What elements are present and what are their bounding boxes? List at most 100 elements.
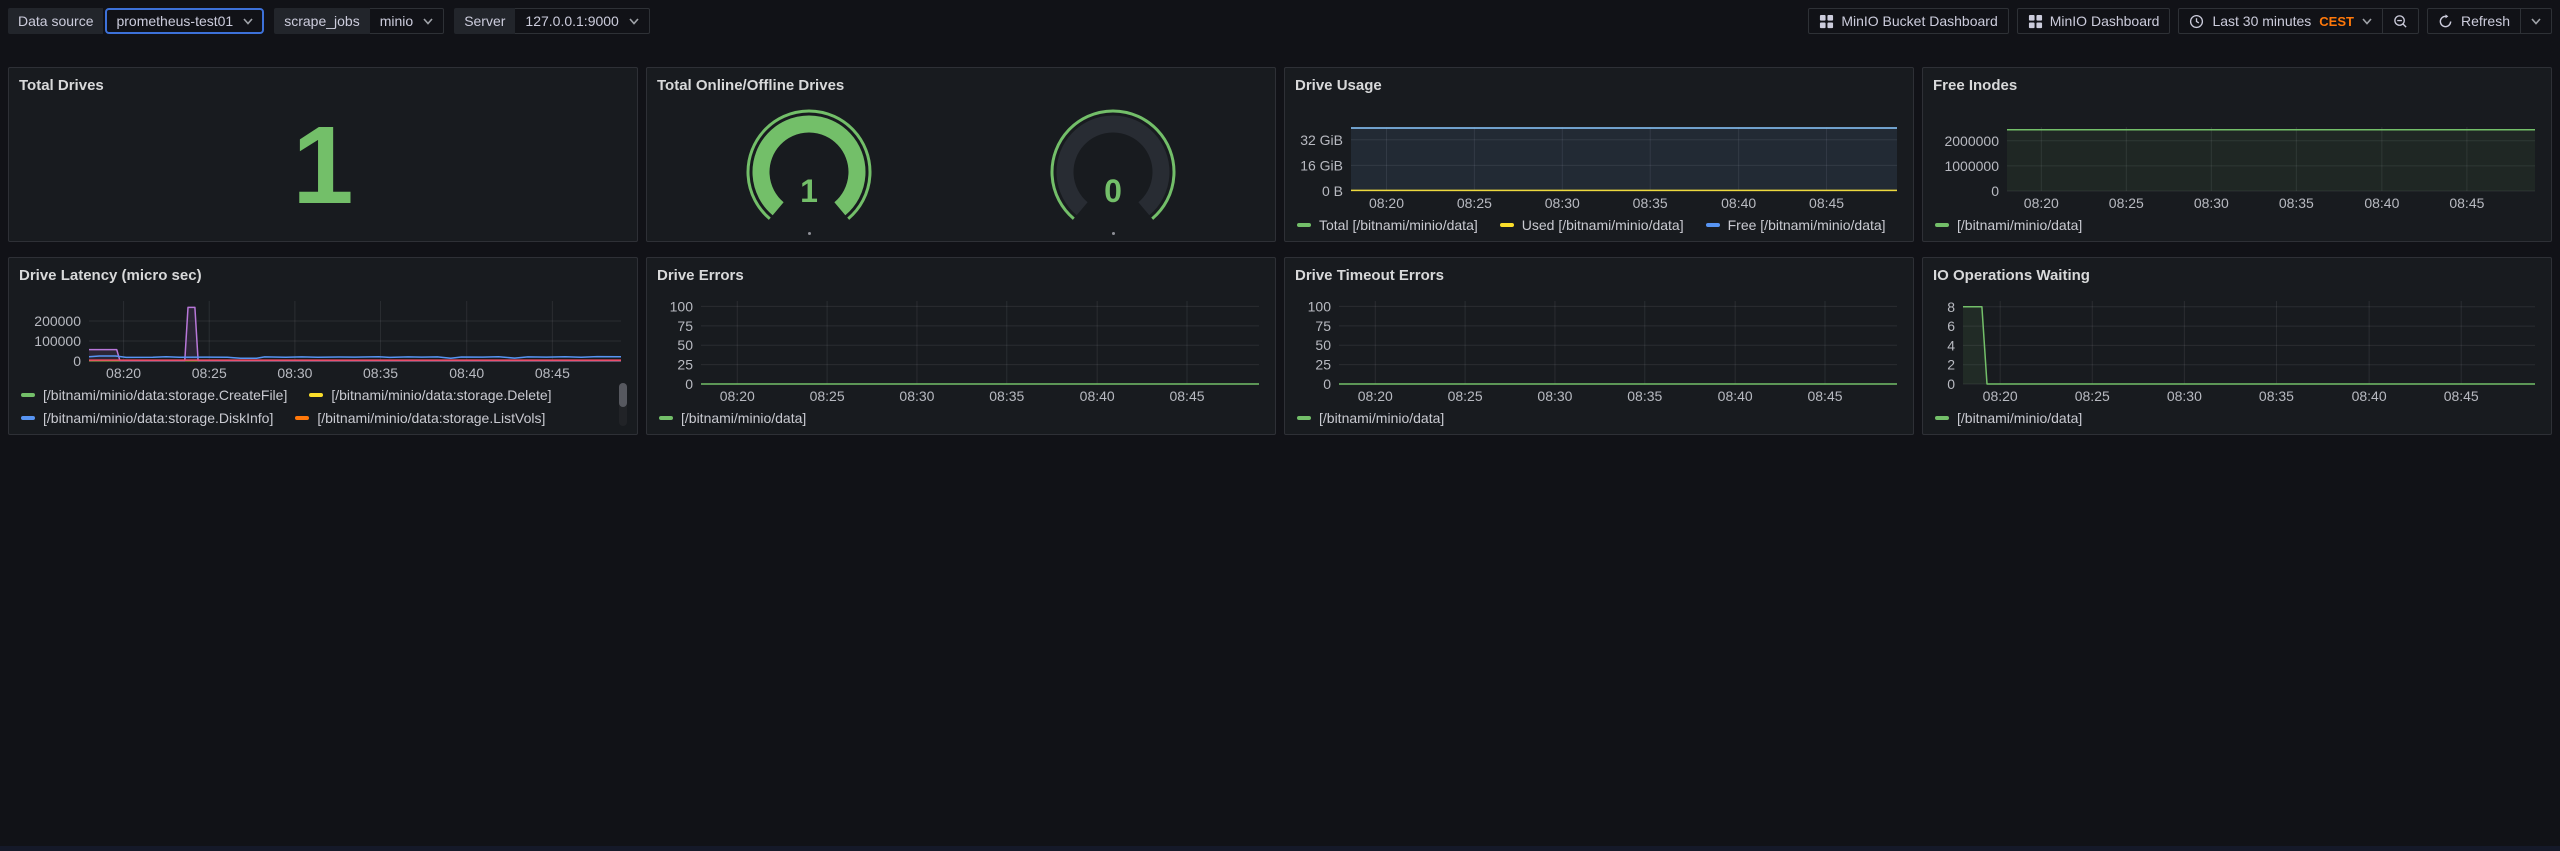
y-axis-tick: 25 [1315,357,1331,373]
legend-series-label: [/bitnami/minio/data:storage.Delete] [331,387,551,403]
legend-series-color [1297,416,1311,420]
x-axis-tick: 08:40 [449,365,484,381]
panel-title: Drive Timeout Errors [1295,264,1903,288]
chart-plot-area[interactable]: 010000020000008:2008:2508:3008:3508:4008… [19,296,627,383]
legend-series-color [21,416,35,420]
x-axis-tick: 08:20 [720,388,755,404]
x-axis-tick: 08:20 [1369,195,1404,211]
gauge-label-dot [1112,232,1115,235]
gauge-value: 1 [800,173,818,209]
x-axis-tick: 08:25 [810,388,845,404]
x-axis-tick: 08:20 [1358,388,1393,404]
clock-icon [2189,14,2204,29]
legend-series-label: [/bitnami/minio/data] [1319,410,1444,426]
legend-series-label: [/bitnami/minio/data:storage.ListVols] [317,410,545,426]
data-source-label: Data source [8,8,103,34]
chart-legend: [/bitnami/minio/data] [1933,213,2541,233]
legend-series-color [1500,223,1514,227]
chart-plot-area[interactable]: 01000000200000008:2008:2508:3008:3508:40… [1933,122,2541,213]
legend-item[interactable]: Total [/bitnami/minio/data] [1297,217,1478,233]
zoom-out-time-button[interactable] [2383,9,2418,33]
legend-series-color [295,416,309,420]
chart-plot-area[interactable]: 025507510008:2008:2508:3008:3508:4008:45 [1295,296,1903,406]
y-axis-tick: 8 [1947,299,1955,315]
minio-dashboard-label: MinIO Dashboard [2050,13,2160,29]
refresh-button[interactable]: Refresh [2428,9,2520,33]
panel-drive-timeout-errors: Drive Timeout Errors 025507510008:2008:2… [1284,257,1914,435]
panel-drive-usage: Drive Usage 0 B16 GiB32 GiB08:2008:2508:… [1284,67,1914,242]
legend-series-label: [/bitnami/minio/data] [1957,217,2082,233]
panel-body: 0 B16 GiB32 GiB08:2008:2508:3008:3508:40… [1295,98,1903,233]
y-axis-tick: 100 [1308,298,1332,314]
chart-legend: [/bitnami/minio/data] [1933,406,2541,426]
y-axis-tick: 50 [1315,337,1331,353]
chart-plot-area[interactable]: 025507510008:2008:2508:3008:3508:4008:45 [657,296,1265,406]
data-source-value: prometheus-test01 [116,13,233,29]
legend-item[interactable]: [/bitnami/minio/data] [659,410,806,426]
variable-scrape-jobs: scrape_jobs minio [274,8,444,34]
legend-series-label: [/bitnami/minio/data] [1957,410,2082,426]
legend-series-color [1706,223,1720,227]
x-axis-tick: 08:35 [989,388,1024,404]
variables-bar: Data source prometheus-test01 scrape_job… [8,8,650,34]
legend-scrollbar[interactable] [619,383,627,426]
legend-series-label: [/bitnami/minio/data:storage.DiskInfo] [43,410,273,426]
x-axis-tick: 08:35 [363,365,398,381]
legend-series-label: [/bitnami/minio/data] [681,410,806,426]
x-axis-tick: 08:35 [1627,388,1662,404]
legend-series-color [309,393,323,397]
legend-item[interactable]: [/bitnami/minio/data:storage.Delete] [309,387,551,403]
refresh-group: Refresh [2427,8,2552,34]
x-axis-tick: 08:20 [2024,195,2059,211]
variable-server: Server 127.0.0.1:9000 [454,8,650,34]
chart-plot-area[interactable]: 0 B16 GiB32 GiB08:2008:2508:3008:3508:40… [1295,122,1903,213]
legend-item[interactable]: [/bitnami/minio/data] [1935,410,2082,426]
chart-canvas: 025507510008:2008:2508:3008:3508:4008:45 [1295,296,1903,406]
chart-canvas: 0 B16 GiB32 GiB08:2008:2508:3008:3508:40… [1295,122,1903,213]
y-axis-tick: 0 B [1322,183,1343,199]
y-axis-tick: 2 [1947,357,1955,373]
y-axis-tick: 6 [1947,318,1955,334]
panel-title: Total Drives [19,74,627,98]
legend-item[interactable]: Free [/bitnami/minio/data] [1706,217,1886,233]
timezone-badge: CEST [2319,14,2354,29]
minio-dashboard-link[interactable]: MinIO Dashboard [2017,8,2171,34]
y-axis-tick: 25 [677,357,693,373]
x-axis-tick: 08:25 [1448,388,1483,404]
x-axis-tick: 08:30 [2167,388,2202,404]
server-select[interactable]: 127.0.0.1:9000 [515,8,649,34]
gauge: 1 [719,98,899,235]
y-axis-tick: 50 [677,337,693,353]
minio-bucket-dashboard-link[interactable]: MinIO Bucket Dashboard [1808,8,2008,34]
scrape-jobs-select[interactable]: minio [370,8,444,34]
legend-series-color [659,416,673,420]
refresh-interval-picker[interactable] [2521,9,2551,33]
legend-series-label: [/bitnami/minio/data:storage.CreateFile] [43,387,287,403]
x-axis-tick: 08:30 [1537,388,1572,404]
legend-item[interactable]: [/bitnami/minio/data] [1935,217,2082,233]
legend-item[interactable]: [/bitnami/minio/data] [1297,410,1444,426]
variable-data-source: Data source prometheus-test01 [8,8,264,34]
dashboard-toolbar: Data source prometheus-test01 scrape_job… [0,0,2560,34]
panel-body: 025507510008:2008:2508:3008:3508:4008:45… [657,288,1265,426]
legend-item[interactable]: Used [/bitnami/minio/data] [1500,217,1684,233]
data-source-select[interactable]: prometheus-test01 [105,8,264,34]
legend-item[interactable]: [/bitnami/minio/data:storage.ListVols] [295,410,545,426]
time-range-picker[interactable]: Last 30 minutes CEST [2179,9,2382,33]
y-axis-tick: 100 [670,298,694,314]
y-axis-tick: 32 GiB [1300,132,1343,148]
chevron-down-icon [629,18,639,25]
chart-plot-area[interactable]: 0246808:2008:2508:3008:3508:4008:45 [1933,296,2541,406]
x-axis-tick: 08:40 [1718,388,1753,404]
scrollbar-thumb[interactable] [619,383,627,407]
chevron-down-icon [423,18,433,25]
chart-legend: [/bitnami/minio/data:storage.CreateFile]… [19,383,627,426]
chevron-down-icon [243,18,253,25]
panel-body: 0246808:2008:2508:3008:3508:4008:45[/bit… [1933,288,2541,426]
legend-item[interactable]: [/bitnami/minio/data:storage.DiskInfo] [21,410,273,426]
x-axis-tick: 08:35 [2259,388,2294,404]
legend-item[interactable]: [/bitnami/minio/data:storage.CreateFile] [21,387,287,403]
panel-free-inodes: Free Inodes 01000000200000008:2008:2508:… [1922,67,2552,242]
x-axis-tick: 08:25 [192,365,227,381]
panel-total-drives: Total Drives 1 [8,67,638,242]
